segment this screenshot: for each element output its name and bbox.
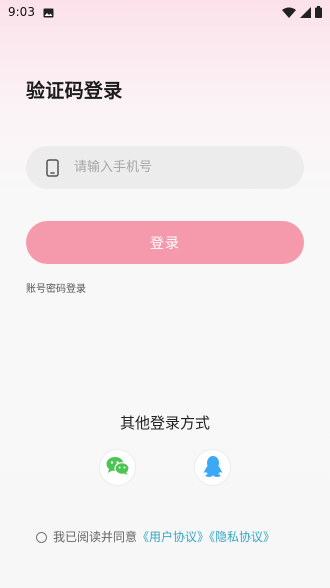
wechat-icon: [106, 456, 130, 480]
login-button[interactable]: 登录: [26, 221, 304, 264]
password-login-link[interactable]: 账号密码登录: [26, 280, 86, 295]
status-bar: 9:03: [0, 0, 330, 24]
wechat-login-button[interactable]: [99, 449, 136, 486]
phone-input-field[interactable]: [26, 146, 304, 189]
phone-input[interactable]: [72, 159, 286, 176]
user-agreement-link[interactable]: 《用户协议》: [137, 530, 209, 544]
page-title: 验证码登录: [26, 80, 123, 102]
image-notification-icon: [43, 3, 54, 22]
agreement: 我已阅读并同意《用户协议》《隐私协议》: [36, 528, 286, 546]
status-right: [282, 3, 322, 22]
signal-icon: [300, 3, 311, 22]
qq-penguin-icon: [203, 455, 223, 481]
agreement-radio[interactable]: [36, 532, 47, 543]
other-login-title: 其他登录方式: [119, 414, 210, 432]
privacy-policy-link[interactable]: 《隐私协议》: [209, 530, 275, 544]
status-left: 9:03: [8, 3, 54, 22]
wifi-icon: [282, 3, 296, 22]
agreement-prefix: 我已阅读并同意: [53, 530, 138, 544]
mobile-phone-icon: [44, 158, 60, 177]
qq-login-button[interactable]: [194, 449, 231, 486]
status-time: 9:03: [8, 5, 35, 19]
battery-icon: [315, 3, 322, 22]
